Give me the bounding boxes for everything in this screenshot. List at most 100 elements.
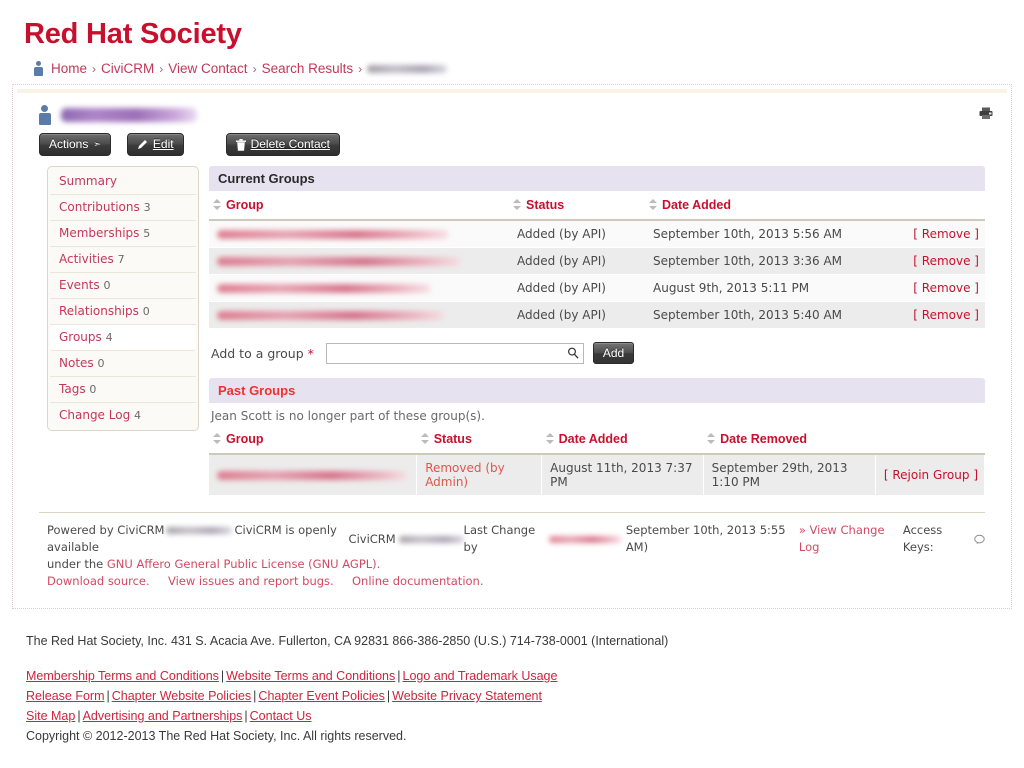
sort-arrows-icon[interactable] <box>649 199 657 210</box>
sidebar-item-summary[interactable]: Summary <box>50 169 196 195</box>
remove-link[interactable]: [ Remove ] <box>913 227 979 241</box>
footer-link-chapter-website-policies[interactable]: Chapter Website Policies <box>112 689 251 703</box>
tab-label: Activities <box>59 252 114 266</box>
group-name-redacted <box>217 257 461 266</box>
sort-arrows-icon[interactable] <box>213 433 221 444</box>
tab-label: Tags <box>59 382 86 396</box>
sidebar-item-groups[interactable]: Groups 4 <box>50 325 196 351</box>
sidebar-item-notes[interactable]: Notes 0 <box>50 351 196 377</box>
group-search-wrap <box>326 343 584 364</box>
footer-link-membership-terms[interactable]: Membership Terms and Conditions <box>26 669 219 683</box>
cell-date-added: August 11th, 2013 7:37 PM <box>542 454 704 496</box>
cell-group <box>209 302 509 329</box>
edit-button-label: Edit <box>153 138 174 151</box>
tab-label: Summary <box>59 174 117 188</box>
column-header-date-added[interactable]: Date Added <box>645 191 900 220</box>
footer-link-advertising[interactable]: Advertising and Partnerships <box>83 709 243 723</box>
license-link[interactable]: GNU Affero General Public License (GNU A… <box>107 557 380 571</box>
footer-link-site-map[interactable]: Site Map <box>26 709 75 723</box>
sidebar-item-tags[interactable]: Tags 0 <box>50 377 196 403</box>
sidebar-item-contributions[interactable]: Contributions 3 <box>50 195 196 221</box>
delete-contact-button[interactable]: Delete Contact <box>226 133 340 156</box>
cell-action: [ Remove ] <box>900 220 985 248</box>
column-label: Status <box>526 198 564 212</box>
civicrm-version-label: CiviCRM <box>349 531 396 548</box>
cell-group <box>209 454 417 496</box>
remove-link[interactable]: [ Remove ] <box>913 281 979 295</box>
remove-link[interactable]: [ Remove ] <box>913 254 979 268</box>
group-name-redacted <box>217 230 449 239</box>
sort-arrows-icon[interactable] <box>513 199 521 210</box>
breadcrumb-item-home[interactable]: Home <box>51 61 87 76</box>
sort-arrows-icon[interactable] <box>421 433 429 444</box>
breadcrumb-item-civicrm[interactable]: CiviCRM <box>101 61 154 76</box>
past-groups-note: Jean Scott is no longer part of these gr… <box>209 403 985 425</box>
cell-date-added: August 9th, 2013 5:11 PM <box>645 275 900 302</box>
online-documentation-link[interactable]: Online documentation. <box>352 574 484 588</box>
footer-link-chapter-event-policies[interactable]: Chapter Event Policies <box>258 689 384 703</box>
footer-links: Membership Terms and Conditions|Website … <box>26 666 1024 726</box>
column-header-status[interactable]: Status <box>417 425 542 454</box>
edit-button[interactable]: Edit <box>127 133 184 156</box>
footer-link-privacy-statement[interactable]: Website Privacy Statement <box>392 689 542 703</box>
footer-link-contact-us[interactable]: Contact Us <box>250 709 312 723</box>
column-header-status[interactable]: Status <box>509 191 645 220</box>
column-header-date-removed[interactable]: Date Removed <box>703 425 875 454</box>
sidebar-item-activities[interactable]: Activities 7 <box>50 247 196 273</box>
past-groups-table: Group Status Date Added Date Removed <box>209 425 985 496</box>
civicrm-links-line: Download source. View issues and report … <box>47 573 985 590</box>
breadcrumb-item-view-contact[interactable]: View Contact <box>168 61 247 76</box>
contact-body: Summary Contributions 3 Memberships 5 Ac… <box>17 156 1007 496</box>
column-label: Date Removed <box>720 432 807 446</box>
cell-status: Added (by API) <box>509 220 645 248</box>
cell-date-added: September 10th, 2013 5:56 AM <box>645 220 900 248</box>
add-button[interactable]: Add <box>593 342 634 364</box>
column-label: Group <box>226 198 264 212</box>
footer-link-website-terms[interactable]: Website Terms and Conditions <box>226 669 395 683</box>
trash-icon <box>236 139 246 151</box>
actions-button[interactable]: Actions ➣ <box>39 133 111 156</box>
table-row: Removed (by Admin) August 11th, 2013 7:3… <box>209 454 985 496</box>
chevron-down-icon: ➣ <box>93 138 101 151</box>
tab-count: 0 <box>89 383 96 396</box>
view-change-log-link[interactable]: » View Change Log <box>799 522 899 556</box>
breadcrumb-item-search-results[interactable]: Search Results <box>262 61 354 76</box>
tab-count: 0 <box>98 357 105 370</box>
civicrm-panel: Actions ➣ Edit Delete Contact Summary <box>12 84 1012 609</box>
remove-link[interactable]: [ Remove ] <box>913 308 979 322</box>
tab-count: 4 <box>134 409 141 422</box>
delete-contact-button-label: Delete Contact <box>251 138 330 151</box>
cell-action: [ Remove ] <box>900 248 985 275</box>
rejoin-group-link[interactable]: [ Rejoin Group ] <box>884 468 978 482</box>
column-header-group[interactable]: Group <box>209 425 417 454</box>
sidebar-item-events[interactable]: Events 0 <box>50 273 196 299</box>
breadcrumb-item-contact-redacted <box>367 65 447 73</box>
speech-bubble-icon[interactable] <box>974 534 985 545</box>
group-name-redacted <box>217 284 431 293</box>
cell-status: Added (by API) <box>509 248 645 275</box>
sort-arrows-icon[interactable] <box>707 433 715 444</box>
view-issues-link[interactable]: View issues and report bugs. <box>168 574 334 588</box>
sidebar-item-relationships[interactable]: Relationships 0 <box>50 299 196 325</box>
footer-link-release-form[interactable]: Release Form <box>26 689 105 703</box>
tab-label: Memberships <box>59 226 139 240</box>
column-header-date-added[interactable]: Date Added <box>542 425 704 454</box>
sort-arrows-icon[interactable] <box>546 433 554 444</box>
column-label: Date Added <box>559 432 628 446</box>
sidebar-item-memberships[interactable]: Memberships 5 <box>50 221 196 247</box>
footer-link-logo-trademark[interactable]: Logo and Trademark Usage <box>403 669 558 683</box>
group-search-input[interactable] <box>326 343 584 364</box>
tab-label: Events <box>59 278 100 292</box>
column-header-group[interactable]: Group <box>209 191 509 220</box>
site-header: Red Hat Society Home › CiviCRM › View Co… <box>0 0 1024 76</box>
last-change-block: Last Change bySeptember 10th, 2013 5:55 … <box>464 522 985 556</box>
printer-icon[interactable] <box>979 107 993 119</box>
sort-arrows-icon[interactable] <box>213 199 221 210</box>
download-source-link[interactable]: Download source. <box>47 574 150 588</box>
civicrm-footer: Powered by CiviCRMCiviCRM is openly avai… <box>39 512 985 590</box>
civicrm-version-redacted <box>166 527 232 534</box>
footer-link-row: Site Map|Advertising and Partnerships|Co… <box>26 706 1024 726</box>
cell-date-removed: September 29th, 2013 1:10 PM <box>703 454 875 496</box>
civicrm-footer-row: Powered by CiviCRMCiviCRM is openly avai… <box>47 522 985 556</box>
sidebar-item-change-log[interactable]: Change Log 4 <box>50 403 196 428</box>
